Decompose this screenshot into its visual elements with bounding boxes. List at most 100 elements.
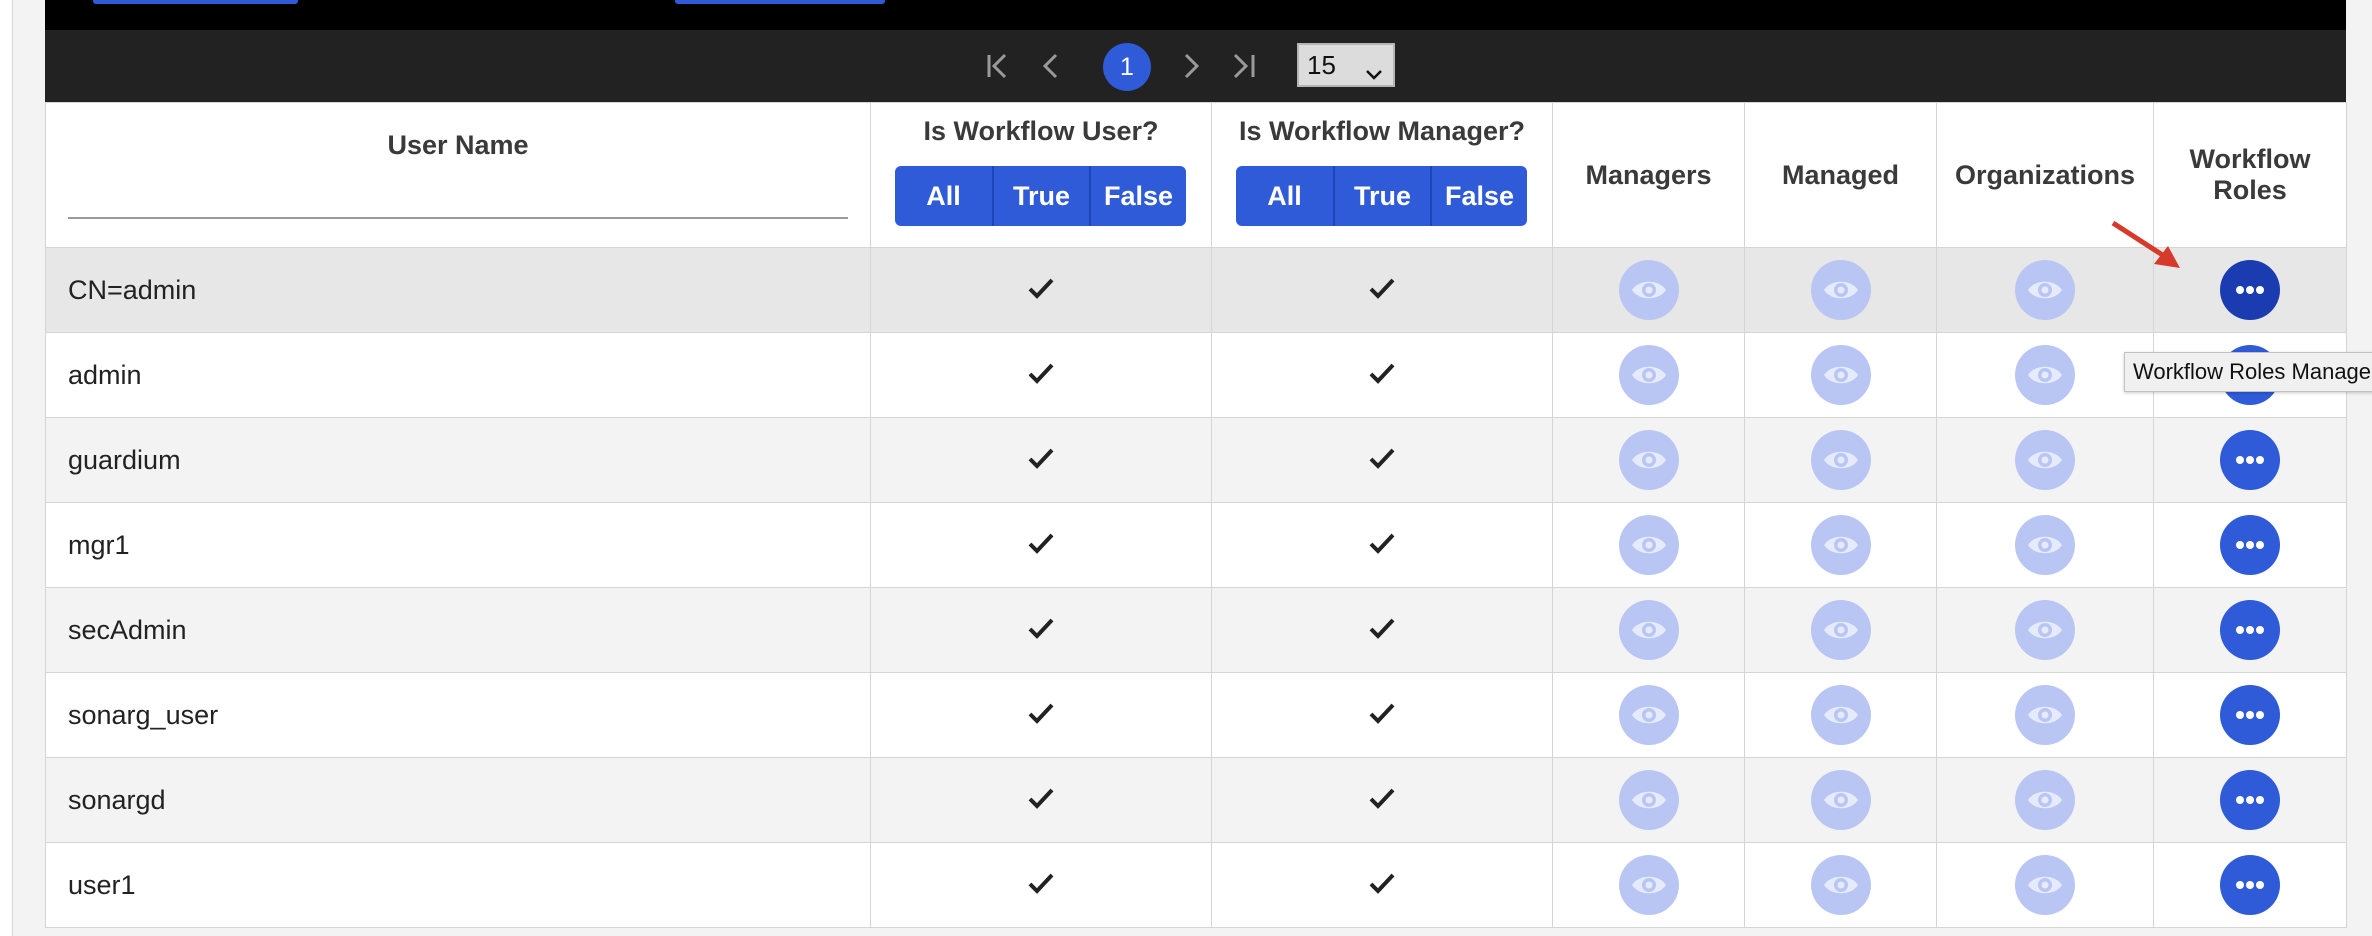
managed-cell <box>1744 757 1937 843</box>
current-page-button[interactable]: 1 <box>1103 43 1151 91</box>
workflow-roles-more-icon[interactable] <box>2220 260 2280 320</box>
workflow-roles-cell <box>2153 587 2347 673</box>
view-organizations-eye-icon[interactable] <box>2015 855 2075 915</box>
user-name-text: guardium <box>68 444 181 475</box>
managed-cell <box>1744 417 1937 503</box>
workflow-roles-cell <box>2153 502 2347 588</box>
view-managers-eye-icon[interactable] <box>1618 345 1679 405</box>
managed-cell <box>1744 587 1937 673</box>
toolbar-tab-indicator[interactable] <box>93 0 298 4</box>
column-header-managers: Managers <box>1552 102 1745 248</box>
is-workflow-manager-cell <box>1211 757 1553 843</box>
managers-cell <box>1552 417 1745 503</box>
toolbar-tab-indicator[interactable] <box>675 0 885 4</box>
user-name-cell: guardium <box>45 417 871 503</box>
table-row[interactable]: user1 <box>45 842 2347 928</box>
workflow-manager-filter-all-button[interactable]: All <box>1236 166 1333 226</box>
view-managers-eye-icon[interactable] <box>1618 600 1679 660</box>
is-workflow-manager-cell <box>1211 332 1553 418</box>
is-workflow-manager-cell <box>1211 587 1553 673</box>
managed-cell <box>1744 672 1937 758</box>
view-organizations-eye-icon[interactable] <box>2015 600 2075 660</box>
page-size-select[interactable]: 15 <box>1297 43 1395 87</box>
organizations-cell <box>1936 417 2154 503</box>
view-managers-eye-icon[interactable] <box>1618 685 1679 745</box>
view-managed-eye-icon[interactable] <box>1810 685 1871 745</box>
view-managers-eye-icon[interactable] <box>1618 430 1679 490</box>
managers-cell <box>1552 672 1745 758</box>
organizations-cell <box>1936 842 2154 928</box>
user-name-text: secAdmin <box>68 614 187 645</box>
workflow-roles-more-icon[interactable] <box>2220 600 2280 660</box>
workflow-user-filter-group: All True False <box>895 166 1186 226</box>
workflow-manager-filter-false-button[interactable]: False <box>1430 166 1527 226</box>
check-icon <box>1369 870 1395 901</box>
view-managed-eye-icon[interactable] <box>1810 345 1871 405</box>
table-row[interactable]: admin <box>45 332 2347 418</box>
column-header-workflow-roles: Workflow Roles <box>2153 102 2347 248</box>
workflow-roles-more-icon[interactable] <box>2220 855 2280 915</box>
view-managed-eye-icon[interactable] <box>1810 600 1871 660</box>
view-managers-eye-icon[interactable] <box>1618 260 1679 320</box>
table-row[interactable]: guardium <box>45 417 2347 503</box>
prev-page-icon[interactable] <box>1033 48 1069 84</box>
view-managed-eye-icon[interactable] <box>1810 260 1871 320</box>
workflow-roles-cell <box>2153 842 2347 928</box>
is-workflow-user-cell <box>870 672 1212 758</box>
view-organizations-eye-icon[interactable] <box>2015 260 2075 320</box>
next-page-icon[interactable] <box>1173 48 1209 84</box>
table-row[interactable]: mgr1 <box>45 502 2347 588</box>
managers-cell <box>1552 502 1745 588</box>
view-organizations-eye-icon[interactable] <box>2015 685 2075 745</box>
workflow-roles-more-icon[interactable] <box>2220 515 2280 575</box>
workflow-user-filter-true-button[interactable]: True <box>992 166 1089 226</box>
view-managed-eye-icon[interactable] <box>1810 770 1871 830</box>
workflow-roles-cell <box>2153 417 2347 503</box>
is-workflow-user-cell <box>870 247 1212 333</box>
table-row[interactable]: sonargd <box>45 757 2347 843</box>
workflow-roles-more-icon[interactable] <box>2220 685 2280 745</box>
is-workflow-user-cell <box>870 757 1212 843</box>
organizations-cell <box>1936 757 2154 843</box>
user-name-filter-input[interactable] <box>68 217 848 219</box>
workflow-roles-header-label: Workflow Roles <box>2189 144 2311 205</box>
managed-cell <box>1744 332 1937 418</box>
page-gutter <box>13 0 45 936</box>
workflow-roles-cell <box>2153 757 2347 843</box>
managed-cell <box>1744 842 1937 928</box>
workflow-user-filter-all-button[interactable]: All <box>895 166 992 226</box>
table-row[interactable]: sonarg_user <box>45 672 2347 758</box>
check-icon <box>1028 275 1054 306</box>
view-organizations-eye-icon[interactable] <box>2015 770 2075 830</box>
user-name-text: sonargd <box>68 784 166 815</box>
user-name-text: user1 <box>68 869 136 900</box>
first-page-icon[interactable] <box>981 48 1017 84</box>
column-header-is-workflow-manager: Is Workflow Manager? All True False <box>1211 102 1553 248</box>
user-name-text: sonarg_user <box>68 699 219 730</box>
view-managers-eye-icon[interactable] <box>1618 515 1679 575</box>
is-workflow-user-cell <box>870 842 1212 928</box>
view-managers-eye-icon[interactable] <box>1618 770 1679 830</box>
view-managed-eye-icon[interactable] <box>1810 515 1871 575</box>
workflow-roles-more-icon[interactable] <box>2220 770 2280 830</box>
view-managers-eye-icon[interactable] <box>1618 855 1679 915</box>
workflow-user-filter-false-button[interactable]: False <box>1089 166 1186 226</box>
last-page-icon[interactable] <box>1225 48 1261 84</box>
check-icon <box>1028 785 1054 816</box>
view-managed-eye-icon[interactable] <box>1810 855 1871 915</box>
workflow-roles-tooltip: Workflow Roles Manage <box>2124 352 2372 392</box>
view-organizations-eye-icon[interactable] <box>2015 345 2075 405</box>
table-row[interactable]: CN=admin <box>45 247 2347 333</box>
organizations-cell <box>1936 587 2154 673</box>
check-icon <box>1028 360 1054 391</box>
table-body: CN=admin admin guardium mgr1 secAdmin sonarg_… <box>45 247 2347 928</box>
check-icon <box>1369 785 1395 816</box>
table-row[interactable]: secAdmin <box>45 587 2347 673</box>
column-header-user-name[interactable]: User Name <box>45 102 871 248</box>
view-organizations-eye-icon[interactable] <box>2015 430 2075 490</box>
view-organizations-eye-icon[interactable] <box>2015 515 2075 575</box>
is-workflow-manager-cell <box>1211 672 1553 758</box>
workflow-manager-filter-true-button[interactable]: True <box>1333 166 1430 226</box>
view-managed-eye-icon[interactable] <box>1810 430 1871 490</box>
workflow-roles-more-icon[interactable] <box>2220 430 2280 490</box>
